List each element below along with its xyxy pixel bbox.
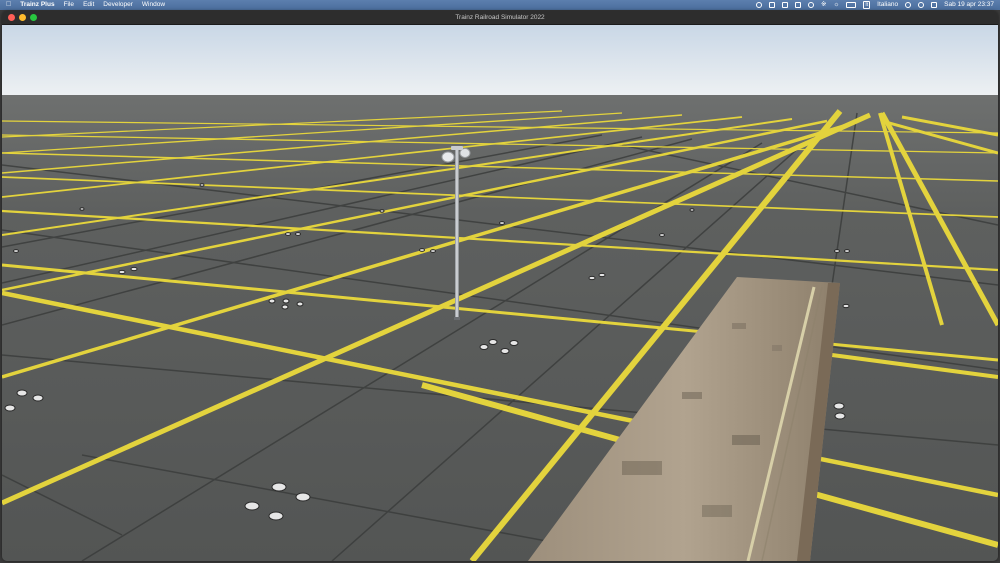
apple-logo-icon[interactable]:  (6, 0, 11, 10)
clock-datetime[interactable]: Sab 19 apr 23:37 (944, 0, 994, 10)
shield-icon[interactable] (807, 2, 814, 8)
menu-file[interactable]: File (64, 0, 74, 10)
menu-app-name[interactable]: Trainz Plus (20, 0, 54, 10)
dropbox-icon[interactable] (781, 2, 788, 8)
screen-mirror-icon[interactable] (768, 2, 775, 8)
window-title-bar[interactable]: Trainz Railroad Simulator 2022 (2, 11, 998, 25)
macos-menu-bar:  Trainz Plus File Edit Developer Window… (0, 0, 1000, 10)
print-icon[interactable] (794, 2, 801, 8)
control-center-icon[interactable] (931, 2, 938, 8)
input-flag-icon[interactable]: It (863, 1, 871, 9)
user-icon[interactable] (905, 2, 912, 8)
wifi-icon[interactable]: ☼ (833, 0, 839, 10)
menu-edit[interactable]: Edit (83, 0, 94, 10)
3d-viewport[interactable] (2, 25, 998, 561)
scene-canvas[interactable] (2, 25, 998, 561)
input-source-label[interactable]: Italiano (877, 0, 898, 10)
app-window: Trainz Railroad Simulator 2022 (2, 11, 998, 561)
battery-icon[interactable] (846, 2, 857, 8)
menu-window[interactable]: Window (142, 0, 165, 10)
bluetooth-icon[interactable]: ※ (821, 0, 826, 10)
ground-plane (2, 95, 998, 561)
activity-icon[interactable] (755, 2, 762, 8)
window-title: Trainz Railroad Simulator 2022 (455, 14, 545, 21)
search-icon[interactable] (918, 2, 925, 8)
sky (2, 25, 998, 97)
menu-developer[interactable]: Developer (103, 0, 133, 10)
